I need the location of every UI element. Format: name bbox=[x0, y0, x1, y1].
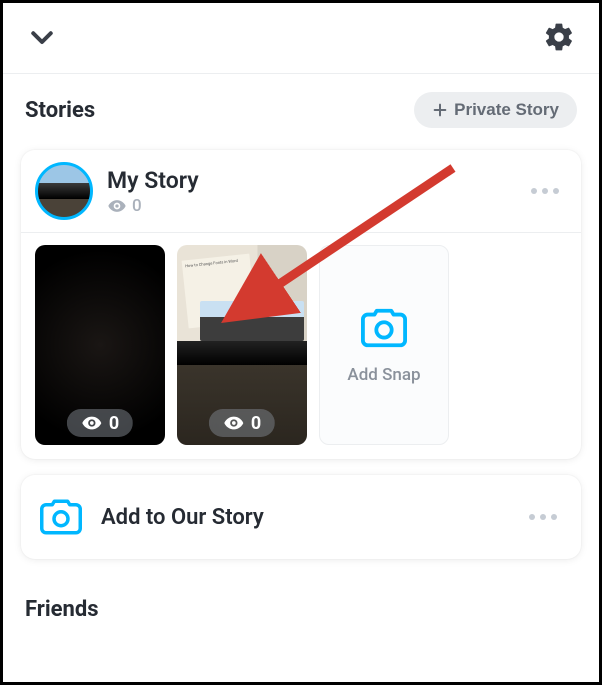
my-story-title: My Story bbox=[107, 167, 509, 194]
add-snap-button[interactable]: Add Snap bbox=[319, 245, 449, 445]
my-story-more-button[interactable] bbox=[523, 180, 567, 202]
snap-view-badge: 0 bbox=[209, 409, 275, 437]
snap-view-badge: 0 bbox=[67, 409, 133, 437]
story-snap[interactable]: How to Change Fonts in Word 0 bbox=[177, 245, 307, 445]
settings-button[interactable] bbox=[543, 21, 575, 57]
plus-icon bbox=[432, 102, 448, 118]
eye-icon bbox=[81, 412, 103, 434]
my-story-viewcount: 0 bbox=[107, 196, 509, 216]
my-story-header[interactable]: My Story 0 bbox=[21, 150, 581, 232]
camera-icon bbox=[40, 496, 82, 538]
private-story-button[interactable]: Private Story bbox=[414, 92, 577, 128]
camera-icon bbox=[361, 305, 407, 351]
chevron-down-icon bbox=[27, 22, 57, 52]
my-story-card: My Story 0 0 How to Change Fonts in Word… bbox=[21, 150, 581, 459]
friends-heading: Friends bbox=[25, 597, 577, 622]
our-story-more-button[interactable] bbox=[521, 506, 565, 528]
eye-icon bbox=[107, 196, 127, 216]
story-snap[interactable]: 0 bbox=[35, 245, 165, 445]
my-story-avatar bbox=[35, 162, 93, 220]
gear-icon bbox=[543, 21, 575, 53]
stories-heading: Stories bbox=[25, 98, 95, 123]
our-story-card[interactable]: Add to Our Story bbox=[21, 475, 581, 559]
collapse-button[interactable] bbox=[27, 22, 57, 56]
eye-icon bbox=[223, 412, 245, 434]
add-snap-label: Add Snap bbox=[347, 365, 420, 385]
private-story-label: Private Story bbox=[454, 100, 559, 120]
our-story-label: Add to Our Story bbox=[101, 505, 505, 530]
